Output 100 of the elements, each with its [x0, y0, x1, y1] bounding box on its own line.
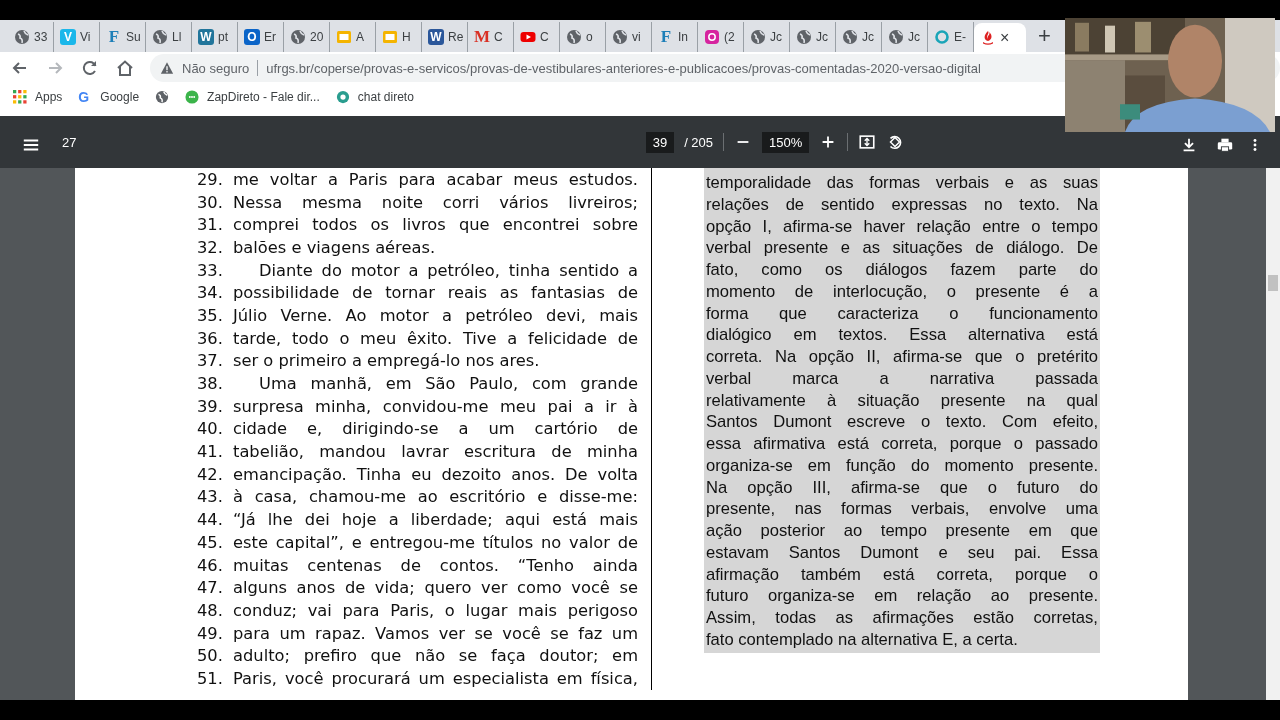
- text-line: Na opção III, afirma-se que o futuro do: [706, 476, 1098, 499]
- browser-tab[interactable]: Jc: [882, 22, 928, 52]
- text-line: Uma manhã, em São Paulo, com grande: [258, 374, 638, 394]
- line-number: 36.: [197, 328, 224, 348]
- security-label: Não seguro: [182, 60, 250, 76]
- tab-title: A: [356, 30, 364, 44]
- slides-icon: [336, 29, 352, 45]
- text-line: ação posterior ao tempo presente em que: [706, 520, 1098, 542]
- browser-tab[interactable]: C: [514, 22, 560, 52]
- zoom-level-field[interactable]: 150%: [762, 131, 810, 153]
- browser-tab[interactable]: F In: [652, 22, 698, 52]
- app-logo-icon: W: [198, 29, 214, 45]
- text-line: cidade e, dirigindo-se a um cartório de: [233, 419, 638, 439]
- apps-grid-icon: [13, 90, 27, 104]
- app-logo-icon: O: [244, 29, 260, 45]
- bookmark[interactable]: chat direto: [335, 90, 414, 104]
- globe-icon: [842, 29, 858, 45]
- globe-icon: [14, 29, 30, 45]
- browser-tab[interactable]: 33: [8, 22, 54, 52]
- app-logo-icon: V: [60, 29, 76, 45]
- tab-title: C: [540, 30, 549, 44]
- text-line: dialógico em textos. Essa alternativa está: [706, 324, 1098, 346]
- globe-icon: [888, 29, 904, 45]
- bookmark[interactable]: G Google: [78, 90, 140, 104]
- globe-icon: [612, 29, 628, 45]
- play-icon: [520, 29, 536, 45]
- flame-icon: [980, 30, 996, 46]
- line-number: 42.: [197, 464, 224, 484]
- browser-tab[interactable]: 20: [284, 22, 330, 52]
- line-number: 34.: [197, 283, 224, 303]
- text-line: “Já lhe dei hoje a liberdade; aqui está mais: [233, 510, 638, 530]
- browser-tab[interactable]: F Su: [100, 22, 146, 52]
- browser-tab[interactable]: V Vi: [54, 22, 100, 52]
- browser-tab[interactable]: Ll: [146, 22, 192, 52]
- app-logo-icon: F: [658, 29, 674, 45]
- text-line: organiza-se em função do momento presente.: [706, 454, 1098, 477]
- tab-title: Jc: [908, 30, 920, 44]
- tab-title: In: [678, 30, 688, 44]
- more-icon[interactable]: [1252, 136, 1258, 154]
- browser-tab[interactable]: H: [376, 22, 422, 52]
- text-line: momento de interlocução, o presente é a: [706, 280, 1098, 303]
- line-number: 31.: [197, 215, 224, 235]
- document-title: 27: [62, 134, 78, 150]
- scrollbar[interactable]: [1266, 168, 1280, 700]
- line-number: 46.: [197, 555, 224, 575]
- tab-title: Ll: [172, 30, 182, 44]
- text-line: opção I, afirma-se haver relação entre o tempo: [706, 215, 1098, 238]
- browser-tab[interactable]: W pt: [192, 22, 238, 52]
- bookmark[interactable]: ZapDireto - Fale dir...: [185, 90, 320, 104]
- browser-tab[interactable]: M C: [468, 22, 514, 52]
- warning-icon: [160, 61, 174, 75]
- line-number: 44.: [197, 510, 224, 530]
- text-line: alguns anos de vida; quero ver como você se: [233, 578, 638, 598]
- home-icon[interactable]: [115, 58, 135, 78]
- bookmark[interactable]: Apps: [13, 90, 63, 104]
- browser-tab[interactable]: Jc: [790, 22, 836, 52]
- browser-tab[interactable]: (2: [698, 22, 744, 52]
- app-logo-icon: M: [474, 29, 490, 45]
- close-tab-button[interactable]: ×: [1000, 30, 1010, 46]
- browser-tab[interactable]: o: [560, 22, 606, 52]
- text-line: Assim, todas as afirmações estão corretas,: [706, 607, 1098, 629]
- line-number: 40.: [197, 419, 224, 439]
- line-number: 48.: [197, 600, 224, 620]
- browser-tab[interactable]: vi: [606, 22, 652, 52]
- tab-title: o: [586, 30, 593, 44]
- chat-bubble-icon: [185, 90, 200, 104]
- page-number-field[interactable]: 39: [645, 131, 675, 153]
- text-line: este capital”, e entregou-me títulos no valor de: [233, 532, 638, 552]
- text-line: presente, nas formas verbais, envolve uma: [706, 498, 1098, 520]
- browser-tab[interactable]: W Re: [422, 22, 468, 52]
- browser-tab[interactable]: ×: [974, 23, 1026, 53]
- tab-title: 20: [310, 30, 324, 44]
- globe-icon: [566, 29, 582, 45]
- line-number: 49.: [197, 623, 224, 643]
- line-number: 35.: [197, 305, 224, 325]
- text-line: à casa, chamou-me ao escritório e disse-me:: [233, 487, 638, 507]
- browser-tab[interactable]: Jc: [836, 22, 882, 52]
- line-number: 38.: [197, 374, 224, 394]
- text-line: possibilidade de tornar reais as fantasias de: [233, 283, 638, 303]
- text-line: verbal presente e as situações de diálogo. De: [706, 237, 1098, 259]
- tab-title: 33: [34, 30, 48, 44]
- google-logo-icon: G: [78, 90, 93, 104]
- text-line: ser o primeiro a empregá-lo nos ares.: [233, 351, 541, 371]
- line-number: 51.: [197, 668, 224, 688]
- text-line: Júlio Verne. Ao motor a petróleo devi, mais: [233, 305, 638, 325]
- line-number: 32.: [197, 237, 224, 257]
- line-number: 33.: [197, 260, 224, 280]
- tab-title: C: [494, 30, 503, 44]
- browser-tab[interactable]: Jc: [744, 22, 790, 52]
- browser-tab[interactable]: A: [330, 22, 376, 52]
- text-line: tabelião, mandou lavrar escritura de minha: [233, 442, 638, 462]
- new-tab-button[interactable]: +: [1038, 25, 1051, 47]
- globe-icon: [290, 29, 306, 45]
- text-line: relações de sentido expressas no texto. Na: [706, 193, 1098, 216]
- tab-title: H: [402, 30, 411, 44]
- browser-tab[interactable]: O Er: [238, 22, 284, 52]
- print-icon[interactable]: [1216, 136, 1234, 154]
- fit-page-icon[interactable]: [858, 133, 877, 151]
- chat-icon: [335, 90, 350, 104]
- bookmark[interactable]: [155, 90, 170, 104]
